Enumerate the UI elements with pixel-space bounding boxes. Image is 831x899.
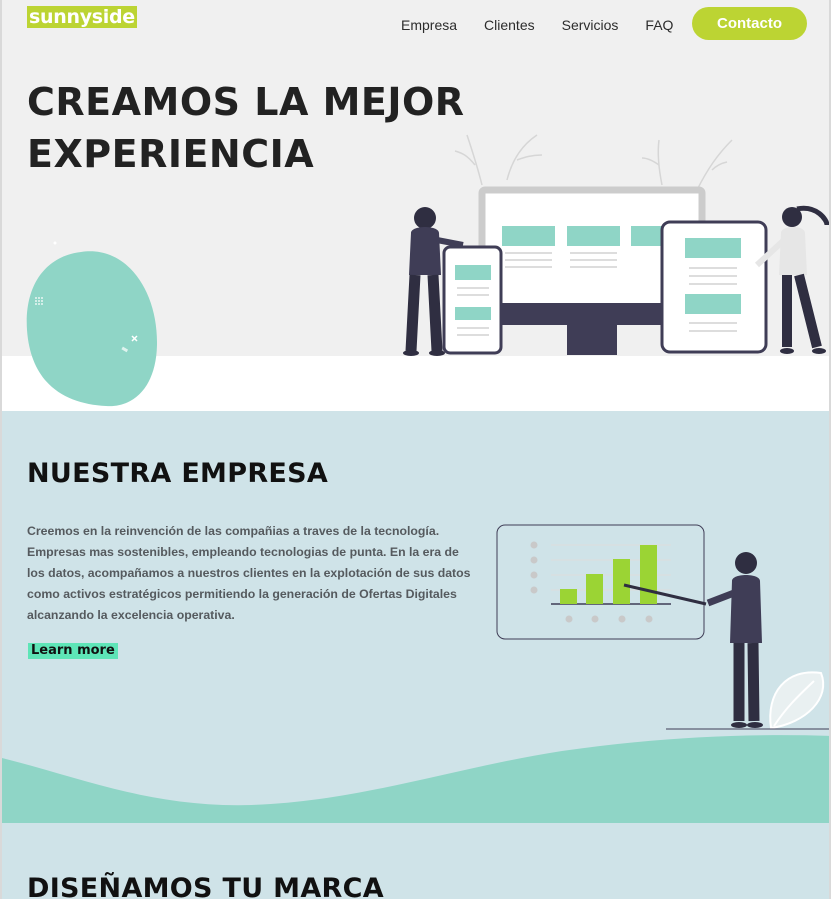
nav-servicios[interactable]: Servicios — [562, 16, 619, 34]
contact-button[interactable]: Contacto — [692, 7, 807, 40]
empresa-paragraph: Creemos en la reinvención de las compañi… — [27, 521, 492, 626]
empresa-section: NUESTRA EMPRESA Creemos en la reinvenció… — [2, 411, 829, 823]
empresa-title: NUESTRA EMPRESA — [27, 458, 329, 489]
nav-empresa[interactable]: Empresa — [401, 16, 457, 34]
marca-title: DISEÑAMOS TU MARCA — [27, 873, 384, 899]
paragraph-line: alcanzando la excelencia operativa. — [27, 608, 235, 622]
hero-title-line2: EXPERIENCIA — [27, 132, 315, 176]
paragraph-line: Empresas mas sostenibles, empleando tecn… — [27, 545, 459, 559]
main-nav: Empresa Clientes Servicios FAQ — [401, 16, 700, 34]
presentation-illustration — [496, 524, 829, 730]
paragraph-line: Creemos en la reinvención de las compañi… — [27, 524, 440, 538]
hero-title: CREAMOS LA MEJOR EXPERIENCIA — [27, 76, 547, 180]
logo[interactable]: sunnyside — [27, 6, 137, 28]
nav-clientes[interactable]: Clientes — [484, 16, 535, 34]
decorative-blob — [26, 251, 158, 407]
learn-more-link[interactable]: Learn more — [28, 643, 118, 659]
decorative-wave — [2, 735, 829, 823]
sparkle-icon — [53, 241, 57, 245]
paragraph-line: los datos, acompañamos a nuestros client… — [27, 566, 471, 580]
nav-faq[interactable]: FAQ — [645, 16, 673, 34]
marca-section: DISEÑAMOS TU MARCA — [2, 823, 829, 899]
page: sunnyside Empresa Clientes Servicios FAQ… — [0, 0, 831, 899]
hero-title-line1: CREAMOS LA MEJOR — [27, 80, 465, 124]
paragraph-line: como activos estratégicos permitiendo la… — [27, 587, 457, 601]
